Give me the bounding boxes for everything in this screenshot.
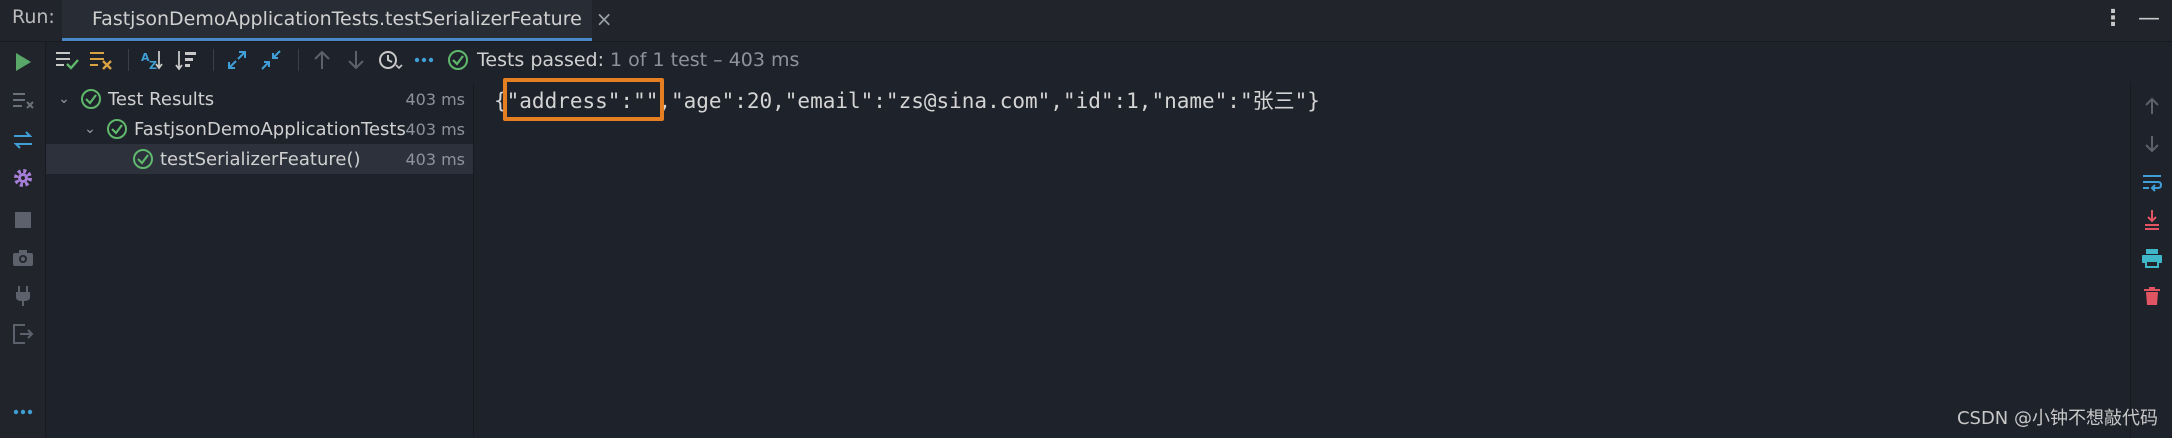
toolbar-separator bbox=[128, 49, 129, 71]
history-icon[interactable] bbox=[375, 45, 405, 75]
gear-icon[interactable] bbox=[11, 166, 35, 190]
stop-icon[interactable] bbox=[11, 208, 35, 232]
show-passed-icon[interactable] bbox=[52, 45, 82, 75]
expand-all-icon[interactable] bbox=[222, 45, 252, 75]
highlight-annotation bbox=[503, 78, 664, 121]
toolbar-separator bbox=[298, 49, 299, 71]
soft-wrap-icon[interactable] bbox=[2140, 170, 2164, 194]
test-toolbar: AZ Tests passed: 1 of 1 test – 403 ms bbox=[46, 42, 2172, 78]
more-tools-icon[interactable] bbox=[11, 400, 35, 424]
print-icon[interactable] bbox=[2140, 246, 2164, 270]
test-tree: ⌄ Test Results 403 ms ⌄ FastjsonDemoAppl… bbox=[46, 82, 474, 438]
plug-icon[interactable] bbox=[11, 284, 35, 308]
sort-alphabetically-icon[interactable]: AZ bbox=[137, 45, 167, 75]
check-circle-icon bbox=[81, 89, 101, 109]
status-label: Tests passed: bbox=[477, 49, 605, 71]
toolbar-separator bbox=[213, 49, 214, 71]
run-label: Run: bbox=[12, 6, 55, 28]
up-arrow-icon[interactable] bbox=[2140, 94, 2164, 118]
minimize-icon[interactable]: — bbox=[2138, 6, 2160, 31]
chevron-down-icon[interactable]: ⌄ bbox=[56, 91, 72, 107]
rerun-icon[interactable] bbox=[11, 50, 35, 74]
check-circle-icon bbox=[448, 50, 468, 70]
tree-item-test-class[interactable]: ⌄ FastjsonDemoApplicationTests 403 ms bbox=[46, 114, 473, 144]
previous-failed-icon[interactable] bbox=[307, 45, 337, 75]
tree-item-time: 403 ms bbox=[405, 119, 465, 139]
show-ignored-icon[interactable] bbox=[86, 45, 116, 75]
trash-icon[interactable] bbox=[2140, 284, 2164, 308]
sort-by-duration-icon[interactable] bbox=[171, 45, 201, 75]
tree-item-label: testSerializerFeature() bbox=[160, 148, 361, 170]
tree-item-label: FastjsonDemoApplicationTests bbox=[134, 118, 406, 140]
down-arrow-icon[interactable] bbox=[2140, 132, 2164, 156]
scroll-to-end-icon[interactable] bbox=[2140, 208, 2164, 232]
more-options-icon[interactable]: ⋮ bbox=[2102, 6, 2124, 31]
rerun-failed-icon[interactable] bbox=[11, 88, 35, 112]
collapse-all-icon[interactable] bbox=[256, 45, 286, 75]
console-output[interactable]: {"address":"","age":20,"email":"zs@sina.… bbox=[474, 82, 2130, 438]
console-side-toolbar bbox=[2130, 82, 2172, 438]
next-failed-icon[interactable] bbox=[341, 45, 371, 75]
check-circle-icon bbox=[133, 149, 153, 169]
tree-item-test-method[interactable]: testSerializerFeature() 403 ms bbox=[46, 144, 473, 174]
camera-icon[interactable] bbox=[11, 246, 35, 270]
left-toolbar bbox=[0, 42, 46, 438]
tree-item-test-results[interactable]: ⌄ Test Results 403 ms bbox=[46, 84, 473, 114]
tree-item-time: 403 ms bbox=[405, 89, 465, 109]
watermark: CSDN @小钟不想敲代码 bbox=[1956, 408, 2158, 429]
tree-item-time: 403 ms bbox=[405, 149, 465, 169]
status-detail: 1 of 1 test – 403 ms bbox=[610, 49, 800, 71]
tool-window-header: Run: FastjsonDemoApplicationTests.testSe… bbox=[0, 0, 2172, 42]
more-actions-icon[interactable] bbox=[409, 45, 439, 75]
tree-item-label: Test Results bbox=[108, 88, 215, 110]
chevron-down-icon[interactable]: ⌄ bbox=[82, 121, 98, 137]
close-icon[interactable]: × bbox=[596, 7, 613, 31]
exit-icon[interactable] bbox=[11, 322, 35, 346]
test-status: Tests passed: 1 of 1 test – 403 ms bbox=[447, 49, 799, 71]
run-tab[interactable]: FastjsonDemoApplicationTests.testSeriali… bbox=[62, 0, 613, 41]
check-circle-icon bbox=[107, 119, 127, 139]
run-tab-title: FastjsonDemoApplicationTests.testSeriali… bbox=[92, 8, 582, 30]
toggle-auto-test-icon[interactable] bbox=[11, 128, 35, 152]
